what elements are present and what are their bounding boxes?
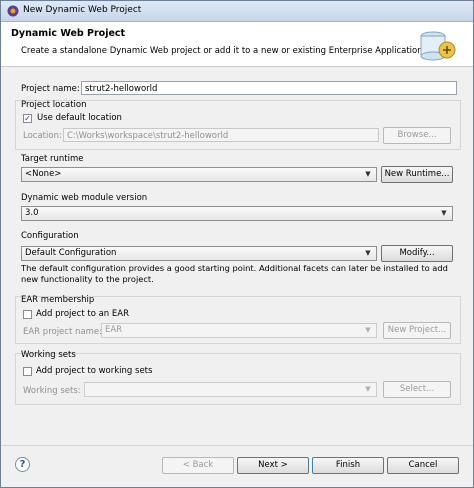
target-runtime-label: Target runtime — [21, 154, 84, 164]
page-title: Dynamic Web Project — [11, 28, 126, 39]
ear-project-name-select[interactable]: EAR ▼ — [101, 323, 377, 338]
wizard-banner-icon — [420, 31, 456, 61]
dropdown-arrow-icon: ▼ — [365, 326, 371, 334]
module-version-value: 3.0 — [25, 208, 39, 218]
help-icon[interactable]: ? — [15, 457, 30, 472]
footer-divider — [1, 445, 473, 446]
target-runtime-value: <None> — [25, 169, 62, 179]
select-working-sets-button[interactable]: Select... — [383, 381, 451, 398]
finish-button[interactable]: Finish — [312, 457, 384, 474]
dropdown-arrow-icon: ▼ — [365, 385, 371, 393]
add-to-working-sets-checkbox[interactable] — [23, 367, 32, 376]
add-to-ear-label: Add project to an EAR — [36, 309, 129, 319]
project-location-label: Project location — [21, 100, 87, 110]
next-button[interactable]: Next > — [237, 457, 309, 474]
configuration-value: Default Configuration — [25, 248, 117, 258]
module-version-label: Dynamic web module version — [21, 193, 148, 203]
location-input[interactable]: C:\Works\workspace\strut2-helloworld — [63, 128, 379, 142]
window-title: New Dynamic Web Project — [23, 5, 142, 15]
configuration-select[interactable]: Default Configuration ▼ — [21, 246, 377, 261]
ear-membership-label: EAR membership — [21, 295, 95, 305]
page-description: Create a standalone Dynamic Web project … — [21, 46, 426, 56]
location-label: Location: — [23, 131, 62, 141]
project-name-input[interactable]: strut2-helloworld — [81, 81, 457, 95]
ear-project-name-value: EAR — [105, 325, 123, 335]
new-runtime-button[interactable]: New Runtime... — [381, 166, 453, 183]
dropdown-arrow-icon: ▼ — [441, 209, 447, 217]
use-default-checkbox[interactable]: ✓ — [23, 114, 32, 123]
cancel-button[interactable]: Cancel — [387, 457, 459, 474]
module-version-select[interactable]: 3.0 ▼ — [21, 206, 453, 221]
wizard-header: Dynamic Web Project Create a standalone … — [1, 22, 473, 67]
use-default-label: Use default location — [37, 113, 122, 123]
working-sets-select[interactable]: ▼ — [84, 382, 377, 397]
target-runtime-select[interactable]: <None> ▼ — [21, 167, 377, 182]
working-sets-label: Working sets — [21, 350, 76, 360]
working-sets-field-label: Working sets: — [23, 386, 81, 396]
checkmark-icon: ✓ — [24, 114, 31, 123]
project-name-label: Project name: — [21, 84, 80, 94]
new-ear-project-button[interactable]: New Project... — [383, 322, 451, 339]
app-icon — [7, 5, 19, 17]
ear-project-name-label: EAR project name: — [23, 327, 102, 337]
browse-button[interactable]: Browse... — [383, 127, 451, 144]
add-to-working-sets-label: Add project to working sets — [36, 366, 153, 376]
title-bar[interactable]: New Dynamic Web Project — [1, 1, 473, 22]
wizard-window: New Dynamic Web Project Dynamic Web Proj… — [0, 0, 474, 488]
modify-button[interactable]: Modify... — [381, 245, 453, 262]
dropdown-arrow-icon: ▼ — [365, 249, 371, 257]
dropdown-arrow-icon: ▼ — [365, 170, 371, 178]
configuration-label: Configuration — [21, 231, 79, 241]
back-button[interactable]: < Back — [162, 457, 234, 474]
add-to-ear-checkbox[interactable] — [23, 310, 32, 319]
configuration-description: The default configuration provides a goo… — [21, 263, 448, 284]
